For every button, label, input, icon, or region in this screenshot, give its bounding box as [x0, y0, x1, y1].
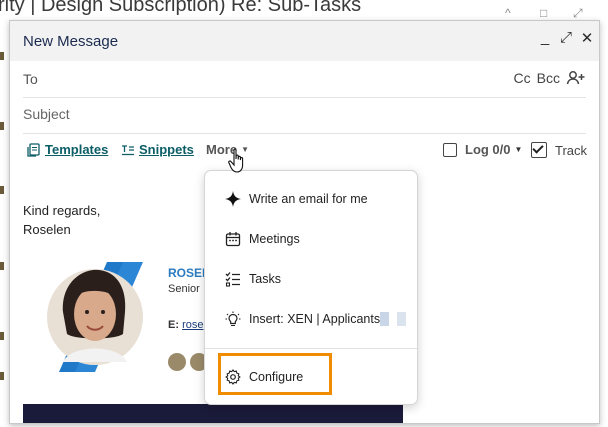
checklist-icon	[225, 272, 240, 287]
track-checkbox[interactable]	[531, 142, 547, 158]
signature-banner	[23, 404, 403, 423]
subject-row	[23, 97, 586, 134]
menu-item-insert[interactable]: Insert: XEN | Applicants	[225, 311, 407, 327]
menu-item-label: Tasks	[249, 272, 281, 286]
facebook-icon[interactable]	[168, 353, 186, 371]
add-contact-icon[interactable]	[566, 70, 586, 86]
to-label: To	[23, 71, 38, 87]
body-line: Roselen	[23, 222, 71, 237]
redacted-text	[380, 312, 407, 327]
menu-divider	[205, 348, 417, 349]
minimize-icon[interactable]: _	[536, 29, 554, 46]
popout-icon[interactable]: ⤢	[573, 6, 583, 21]
close-icon[interactable]: ✕	[578, 29, 596, 47]
profile-photo	[47, 262, 143, 372]
menu-item-label: Meetings	[249, 232, 300, 246]
snippets-label: Snippets	[139, 142, 194, 157]
email-body[interactable]: Kind regards, Roselen	[23, 201, 100, 239]
log-checkbox[interactable]	[443, 142, 457, 157]
menu-item-meetings[interactable]: Meetings	[225, 231, 300, 247]
log-control[interactable]: Log 0/0 ▼	[443, 142, 522, 157]
email-link[interactable]: rose	[182, 319, 203, 331]
lightbulb-icon	[225, 311, 241, 327]
log-label: Log 0/0	[465, 142, 511, 157]
expand-icon[interactable]: ⤢	[557, 29, 575, 46]
hand-cursor-icon	[228, 148, 244, 173]
cc-bcc-group: Cc Bcc	[514, 70, 586, 86]
background-window-header: rity | Design Subscription) Re: Sub-Task…	[0, 0, 608, 22]
compose-toolbar: Templates Snippets More ▼ Log 0/0 ▼ Trac…	[23, 136, 587, 164]
menu-item-tasks[interactable]: Tasks	[225, 271, 281, 287]
snippets-icon	[122, 144, 134, 155]
snippets-button[interactable]: Snippets	[121, 142, 194, 157]
cc-button[interactable]: Cc	[514, 70, 531, 86]
track-label: Track	[555, 142, 588, 158]
calendar-icon	[225, 232, 241, 247]
track-control[interactable]: Track	[531, 142, 587, 158]
configure-highlight	[218, 353, 332, 395]
sparkle-icon	[225, 191, 241, 207]
subject-input[interactable]	[23, 102, 530, 126]
signature-role: Senior	[168, 283, 200, 295]
background-window-title: rity | Design Subscription) Re: Sub-Task…	[0, 0, 362, 16]
menu-item-write-email[interactable]: Write an email for me	[225, 191, 368, 207]
body-line: Kind regards,	[23, 203, 101, 218]
compose-title: New Message	[23, 33, 119, 50]
email-label: E:	[168, 319, 179, 331]
signature-email: E: rose	[168, 319, 203, 331]
caret-down-icon[interactable]: ▼	[515, 145, 523, 154]
templates-label: Templates	[45, 142, 109, 157]
square-icon[interactable]: □	[540, 6, 547, 20]
menu-item-label: Write an email for me	[249, 192, 368, 206]
compose-titlebar: New Message _ ⤢ ✕	[10, 21, 599, 61]
templates-icon	[27, 142, 40, 157]
chevron-up-icon[interactable]: ^	[505, 6, 511, 20]
bcc-button[interactable]: Bcc	[537, 70, 560, 86]
templates-button[interactable]: Templates	[27, 142, 108, 157]
signature-photo	[45, 262, 155, 372]
to-row[interactable]: To Cc Bcc	[23, 61, 586, 98]
menu-item-label: Insert: XEN | Applicants	[249, 312, 381, 326]
